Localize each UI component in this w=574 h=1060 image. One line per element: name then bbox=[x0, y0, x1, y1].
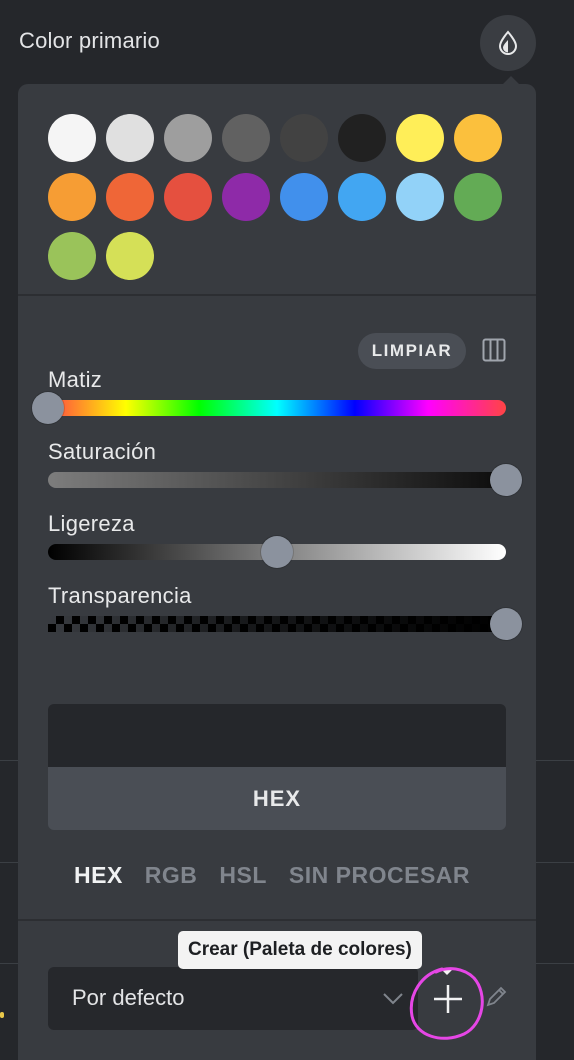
transparency-label: Transparencia bbox=[48, 583, 192, 608]
hue-thumb[interactable] bbox=[32, 392, 64, 424]
lightness-thumb[interactable] bbox=[261, 536, 293, 568]
add-palette-button[interactable] bbox=[430, 981, 466, 1017]
background-divider bbox=[536, 862, 574, 863]
color-swatch[interactable] bbox=[106, 114, 154, 162]
lightness-label: Ligereza bbox=[48, 511, 135, 536]
color-swatch[interactable] bbox=[280, 173, 328, 221]
transparency-slider[interactable] bbox=[48, 608, 522, 640]
lightness-slider[interactable] bbox=[48, 536, 506, 568]
background-divider bbox=[536, 963, 574, 964]
background-divider bbox=[0, 760, 18, 761]
color-drop-button[interactable] bbox=[480, 15, 536, 71]
tab-rgb[interactable]: RGB bbox=[145, 862, 198, 889]
setting-label: Color primario bbox=[19, 28, 160, 53]
color-swatch[interactable] bbox=[164, 114, 212, 162]
color-swatch[interactable] bbox=[106, 232, 154, 280]
chevron-down-icon bbox=[383, 993, 403, 1005]
clear-button[interactable]: LIMPIAR bbox=[358, 333, 466, 369]
transparency-thumb[interactable] bbox=[490, 608, 522, 640]
saturation-thumb[interactable] bbox=[490, 464, 522, 496]
tab-hex[interactable]: HEX bbox=[74, 862, 123, 889]
color-swatch[interactable] bbox=[48, 173, 96, 221]
pencil-icon[interactable] bbox=[484, 985, 508, 1009]
background-divider bbox=[0, 963, 18, 964]
color-picker-popover: LIMPIAR Matiz Saturación Ligereza Transp… bbox=[18, 84, 536, 1060]
tab-hsl[interactable]: HSL bbox=[219, 862, 267, 889]
saturation-slider[interactable] bbox=[48, 464, 522, 496]
color-preview-swatch bbox=[48, 704, 506, 767]
color-swatch[interactable] bbox=[338, 173, 386, 221]
color-swatch[interactable] bbox=[164, 173, 212, 221]
drop-icon bbox=[498, 30, 518, 55]
color-swatch[interactable] bbox=[454, 114, 502, 162]
saturation-label: Saturación bbox=[48, 439, 157, 464]
palette-select-value: Por defecto bbox=[72, 985, 185, 1010]
format-tabs: HEX RGB HSL SIN PROCESAR bbox=[74, 862, 470, 889]
color-swatch[interactable] bbox=[48, 114, 96, 162]
palette-select[interactable]: Por defecto bbox=[48, 967, 418, 1030]
color-swatch[interactable] bbox=[280, 114, 328, 162]
tooltip: Crear (Paleta de colores) bbox=[178, 931, 422, 969]
section-divider bbox=[18, 294, 536, 296]
color-swatch[interactable] bbox=[396, 114, 444, 162]
tooltip-arrow bbox=[440, 968, 454, 975]
color-picker-screen: Color primario LIMPIAR Matiz Saturación … bbox=[0, 0, 574, 1060]
section-divider bbox=[18, 919, 536, 921]
columns-icon[interactable] bbox=[482, 338, 506, 362]
color-swatch[interactable] bbox=[106, 173, 154, 221]
tab-raw[interactable]: SIN PROCESAR bbox=[289, 862, 470, 889]
color-swatch[interactable] bbox=[338, 114, 386, 162]
color-swatch[interactable] bbox=[454, 173, 502, 221]
color-swatch[interactable] bbox=[48, 232, 96, 280]
format-input[interactable]: HEX bbox=[48, 767, 506, 830]
color-swatch[interactable] bbox=[222, 173, 270, 221]
color-swatch[interactable] bbox=[222, 114, 270, 162]
status-dot bbox=[0, 1012, 4, 1018]
hue-slider[interactable] bbox=[32, 392, 506, 424]
color-swatch[interactable] bbox=[396, 173, 444, 221]
background-divider bbox=[536, 760, 574, 761]
hue-label: Matiz bbox=[48, 367, 103, 392]
background-divider bbox=[0, 862, 18, 863]
color-preview: HEX bbox=[48, 704, 506, 830]
